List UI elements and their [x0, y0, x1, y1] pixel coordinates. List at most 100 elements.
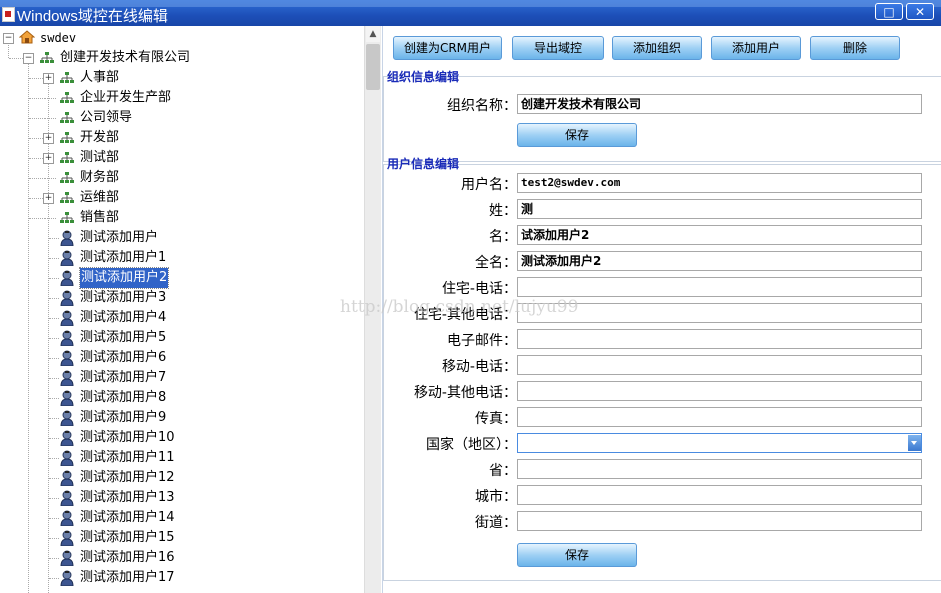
- tree-user-label: 测试添加用户2: [78, 267, 170, 289]
- country-select[interactable]: [517, 433, 922, 453]
- tree-connector: [8, 42, 9, 58]
- tree-connector: [49, 418, 59, 419]
- user-field-input[interactable]: [517, 381, 922, 401]
- user-field-label: 电子邮件：: [447, 333, 517, 349]
- user-icon: [60, 370, 74, 386]
- user-field-label: 住宅-电话：: [441, 281, 517, 297]
- add-user-button[interactable]: 添加用户: [711, 36, 801, 60]
- user-icon: [60, 270, 74, 286]
- user-field-input[interactable]: [517, 329, 922, 349]
- tree-connector: [44, 98, 56, 99]
- tree-user-label: 测试添加用户7: [80, 370, 167, 385]
- tree-connector: [49, 378, 59, 379]
- org-icon: [60, 92, 74, 103]
- user-icon: [60, 230, 74, 246]
- user-field-label: 移动-其他电话：: [413, 385, 517, 401]
- user-field-label: 姓：: [489, 203, 517, 219]
- user-field-input[interactable]: test2@swdev.com: [517, 173, 922, 193]
- user-field-input[interactable]: 测: [517, 199, 922, 219]
- delete-button[interactable]: 删除: [810, 36, 900, 60]
- user-icon: [60, 550, 74, 566]
- home-icon: [19, 30, 35, 44]
- user-icon: [60, 470, 74, 486]
- tree-connector: [49, 258, 59, 259]
- tree-connector: [29, 78, 43, 79]
- user-icon: [60, 510, 74, 526]
- tree-connector: [49, 238, 59, 239]
- tree-department-label: 销售部: [80, 210, 120, 225]
- scroll-up-icon[interactable]: ▲: [366, 26, 380, 42]
- tree-user-label: 测试添加用户13: [80, 490, 175, 505]
- tree-connector: [49, 498, 59, 499]
- user-field-label: 城市：: [475, 489, 517, 505]
- tree-connector: [44, 218, 56, 219]
- tree-connector: [49, 518, 59, 519]
- tree-connector: [29, 98, 43, 99]
- scroll-thumb[interactable]: [366, 44, 380, 90]
- tree-connector: [49, 578, 59, 579]
- user-icon: [60, 290, 74, 306]
- user-field-label: 国家（地区）：: [426, 437, 517, 453]
- expand-toggle-icon[interactable]: +: [43, 193, 54, 204]
- expand-toggle-icon[interactable]: +: [43, 153, 54, 164]
- tree-user-label: 测试添加用户5: [80, 330, 167, 345]
- tree-department-label: 人事部: [80, 70, 120, 85]
- user-field-input[interactable]: 试添加用户2: [517, 225, 922, 245]
- org-icon: [60, 192, 74, 203]
- user-field-input[interactable]: [517, 277, 922, 297]
- collapse-toggle-icon[interactable]: −: [3, 33, 14, 44]
- watermark: http://blog.csdn.net/lujyu99: [340, 297, 579, 317]
- tree-connector: [29, 158, 43, 159]
- user-field-input[interactable]: [517, 407, 922, 427]
- tree-user-label: 测试添加用户16: [80, 550, 175, 565]
- user-section-title: 用户信息编辑: [387, 157, 460, 171]
- org-name-input[interactable]: 创建开发技术有限公司: [517, 94, 922, 114]
- org-section-title: 组织信息编辑: [387, 70, 460, 84]
- tree-connector: [49, 538, 59, 539]
- tree-connector: [28, 62, 29, 593]
- expand-toggle-icon[interactable]: +: [43, 133, 54, 144]
- org-name-label: 组织名称：: [447, 98, 517, 114]
- tree-connector: [49, 318, 59, 319]
- dropdown-arrow-icon[interactable]: [908, 435, 921, 451]
- tree-connector: [44, 118, 56, 119]
- tree-root-label: swdev: [40, 31, 77, 45]
- tree-department-label: 运维部: [80, 190, 120, 205]
- tree-user-label: 测试添加用户8: [80, 390, 167, 405]
- tree-user-label: 测试添加用户3: [80, 290, 167, 305]
- tree-user-label: 测试添加用户15: [80, 530, 175, 545]
- add-org-button[interactable]: 添加组织: [612, 36, 702, 60]
- title-bar: Windows域控在线编辑 □ ✕: [0, 0, 941, 26]
- user-field-label: 街道：: [475, 515, 517, 531]
- tree-department-label: 企业开发生产部: [80, 90, 172, 105]
- tree-user-label: 测试添加用户14: [80, 510, 175, 525]
- maximize-button[interactable]: □: [875, 3, 903, 20]
- create-crm-user-button[interactable]: 创建为CRM用户: [393, 36, 502, 60]
- user-field-input[interactable]: 测试添加用户2: [517, 251, 922, 271]
- user-icon: [60, 450, 74, 466]
- tree-user-label: 测试添加用户6: [80, 350, 167, 365]
- user-field-input[interactable]: [517, 485, 922, 505]
- user-field-label: 全名：: [475, 255, 517, 271]
- tree-company-label: 创建开发技术有限公司: [60, 50, 191, 65]
- user-field-label: 移动-电话：: [441, 359, 517, 375]
- user-field-input[interactable]: [517, 459, 922, 479]
- org-tree: − swdev − 创建开发技术有限公司 + 人事部 企业开发生产部 公司领导 + 开发部…: [0, 26, 364, 593]
- org-save-button[interactable]: 保存: [517, 123, 637, 147]
- export-domain-button[interactable]: 导出域控: [512, 36, 604, 60]
- user-field-label: 传真：: [475, 411, 517, 427]
- user-field-label: 省：: [489, 463, 517, 479]
- collapse-toggle-icon[interactable]: −: [23, 53, 34, 64]
- org-icon: [60, 212, 74, 223]
- expand-toggle-icon[interactable]: +: [43, 73, 54, 84]
- user-save-button[interactable]: 保存: [517, 543, 637, 567]
- user-field-input[interactable]: [517, 355, 922, 375]
- tree-user-label: 测试添加用户: [80, 230, 159, 245]
- tree-department-label: 开发部: [80, 130, 120, 145]
- user-field-input[interactable]: [517, 511, 922, 531]
- user-icon: [60, 530, 74, 546]
- tree-connector: [49, 458, 59, 459]
- tree-connector: [29, 198, 43, 199]
- org-icon: [60, 132, 74, 143]
- close-button[interactable]: ✕: [906, 3, 934, 20]
